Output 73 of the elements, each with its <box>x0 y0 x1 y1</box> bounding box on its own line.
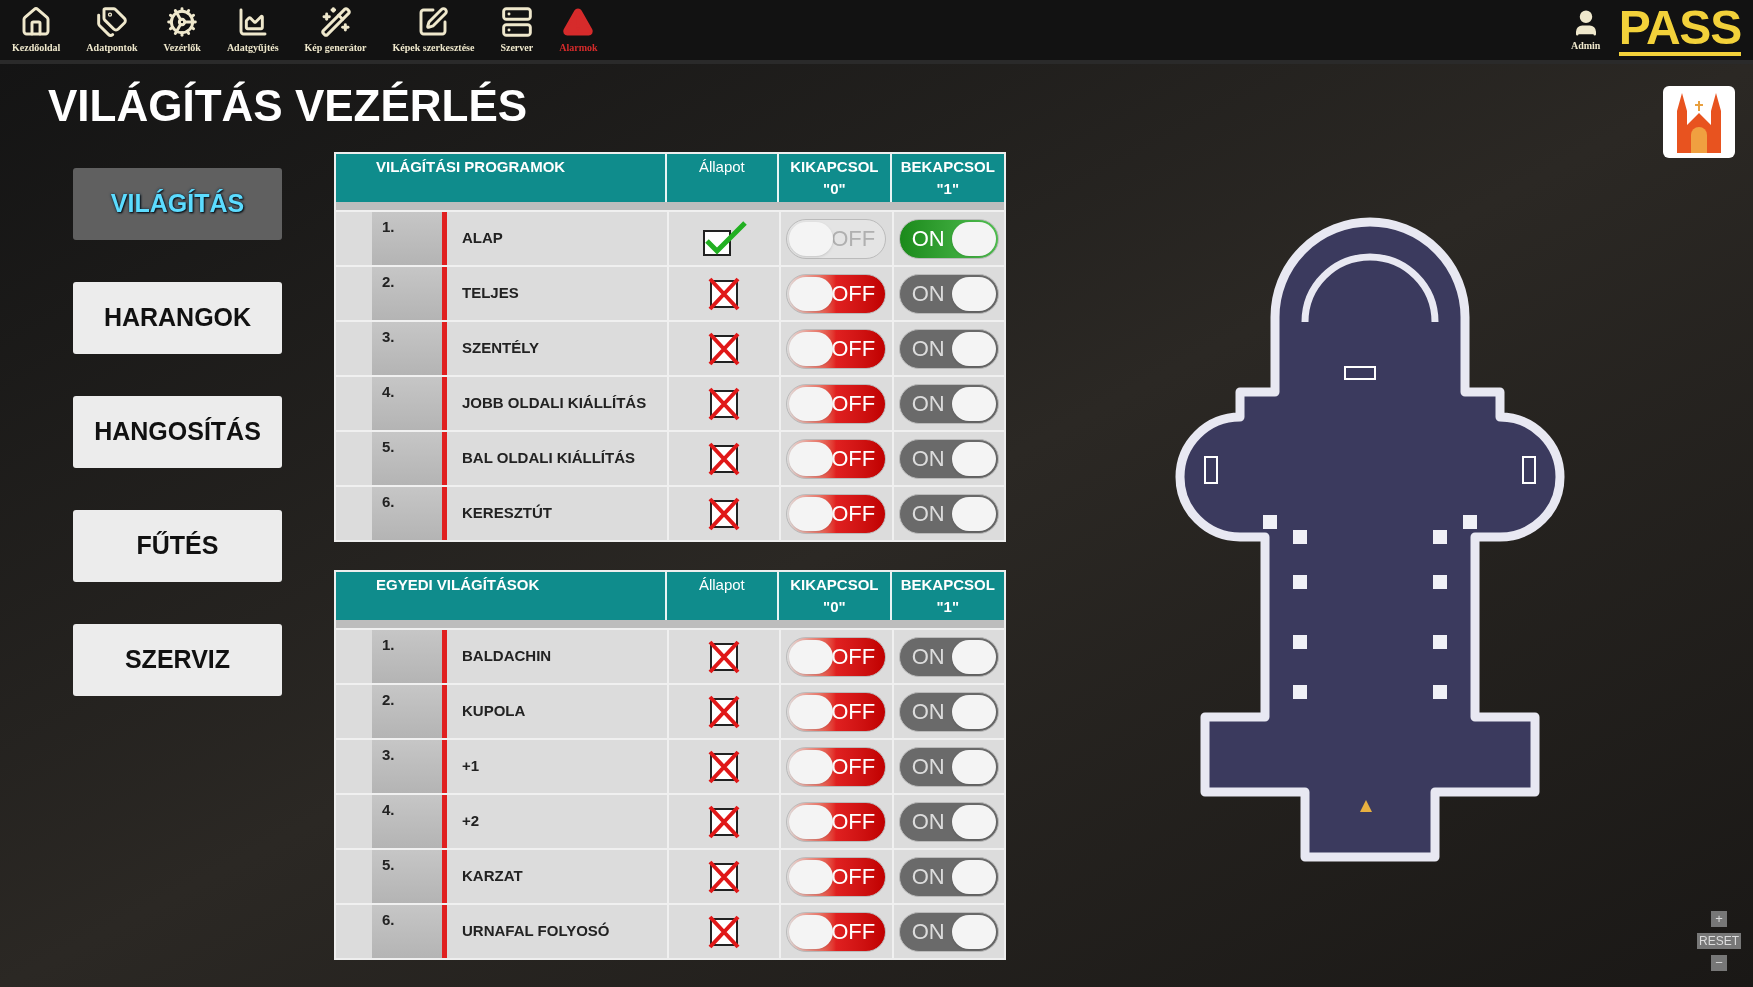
zoom-in-button[interactable]: + <box>1711 911 1727 927</box>
on-switch[interactable]: ON <box>898 636 999 677</box>
column-header: BEKAPCSOL "1" <box>899 157 996 199</box>
row-number: 3. <box>372 740 442 793</box>
off-switch[interactable]: OFF <box>786 328 887 369</box>
row-number: 5. <box>372 432 442 485</box>
pass-logo: PASS <box>1618 4 1741 56</box>
edit-icon <box>417 5 450 38</box>
nav-button[interactable]: Adatpontok <box>86 5 138 55</box>
menu-button[interactable]: SZERVIZ <box>73 624 282 696</box>
nav-button[interactable]: Képek szerkesztése <box>392 5 475 55</box>
nav-button[interactable]: Szerver <box>500 5 534 55</box>
off-switch[interactable]: OFF <box>786 691 887 732</box>
row-number: 1. <box>372 630 442 683</box>
on-switch[interactable]: ON <box>898 691 999 732</box>
on-switch[interactable]: ON <box>898 911 999 952</box>
on-switch[interactable]: ON <box>898 328 999 369</box>
on-switch[interactable]: ON <box>898 493 999 534</box>
program-name: TELJES <box>461 283 519 304</box>
row-number: 2. <box>372 267 442 320</box>
off-switch[interactable]: OFF <box>786 438 887 479</box>
program-name: URNAFAL FOLYOSÓ <box>461 921 610 942</box>
column-header: BEKAPCSOL "1" <box>899 575 996 617</box>
row-number: 4. <box>372 795 442 848</box>
program-name: BALDACHIN <box>461 646 552 667</box>
row-number: 1. <box>372 212 442 265</box>
program-name: +1 <box>461 756 480 777</box>
row-number: 5. <box>372 850 442 903</box>
zoom-out-button[interactable]: − <box>1711 955 1727 971</box>
on-switch[interactable]: ON <box>898 801 999 842</box>
user-button[interactable]: Admin <box>1570 7 1601 53</box>
program-name: SZENTÉLY <box>461 338 539 359</box>
row-number: 2. <box>372 685 442 738</box>
page-title: VILÁGÍTÁS VEZÉRLÉS <box>48 80 528 132</box>
on-switch[interactable]: ON <box>898 273 999 314</box>
magic-wand-icon <box>319 5 352 38</box>
program-name: KUPOLA <box>461 701 526 722</box>
nav-button[interactable]: Kezdőoldal <box>12 5 61 55</box>
on-switch[interactable]: ON <box>898 383 999 424</box>
off-switch[interactable]: OFF <box>786 911 887 952</box>
menu-button[interactable]: VILÁGÍTÁS <box>73 168 282 240</box>
nav-button[interactable]: Adatgyűjtés <box>226 5 279 55</box>
off-switch[interactable]: OFF <box>786 801 887 842</box>
program-name: JOBB OLDALI KIÁLLÍTÁS <box>461 393 647 414</box>
gear-icon <box>166 5 199 38</box>
program-name: KERESZTÚT <box>461 503 552 524</box>
nav-button[interactable]: Kép generátor <box>304 5 367 55</box>
off-switch[interactable]: OFF <box>786 746 887 787</box>
off-switch[interactable]: OFF <box>786 636 887 677</box>
nav-button[interactable]: Vezérlők <box>163 5 201 55</box>
row-number: 6. <box>372 905 442 958</box>
off-switch[interactable]: OFF <box>786 493 887 534</box>
program-name: +2 <box>461 811 480 832</box>
tags-icon <box>95 5 128 38</box>
program-name: BAL OLDALI KIÁLLÍTÁS <box>461 448 636 469</box>
on-switch[interactable]: ON <box>898 746 999 787</box>
menu-button[interactable]: HARANGOK <box>73 282 282 354</box>
menu-button[interactable]: HANGOSÍTÁS <box>73 396 282 468</box>
on-switch[interactable]: ON <box>898 218 999 259</box>
menu-button[interactable]: FŰTÉS <box>73 510 282 582</box>
on-switch[interactable]: ON <box>898 438 999 479</box>
off-switch[interactable]: OFF <box>786 273 887 314</box>
row-number: 4. <box>372 377 442 430</box>
off-switch[interactable]: OFF <box>786 856 887 897</box>
row-number: 6. <box>372 487 442 540</box>
program-name: ALAP <box>461 228 503 249</box>
on-switch[interactable]: ON <box>898 856 999 897</box>
reset-button[interactable]: RESET <box>1697 933 1741 949</box>
nav-button[interactable]: Alarmok <box>559 5 598 55</box>
row-number: 3. <box>372 322 442 375</box>
server-icon <box>500 5 533 38</box>
off-switch[interactable]: OFF <box>786 383 887 424</box>
program-name: KARZAT <box>461 866 523 887</box>
